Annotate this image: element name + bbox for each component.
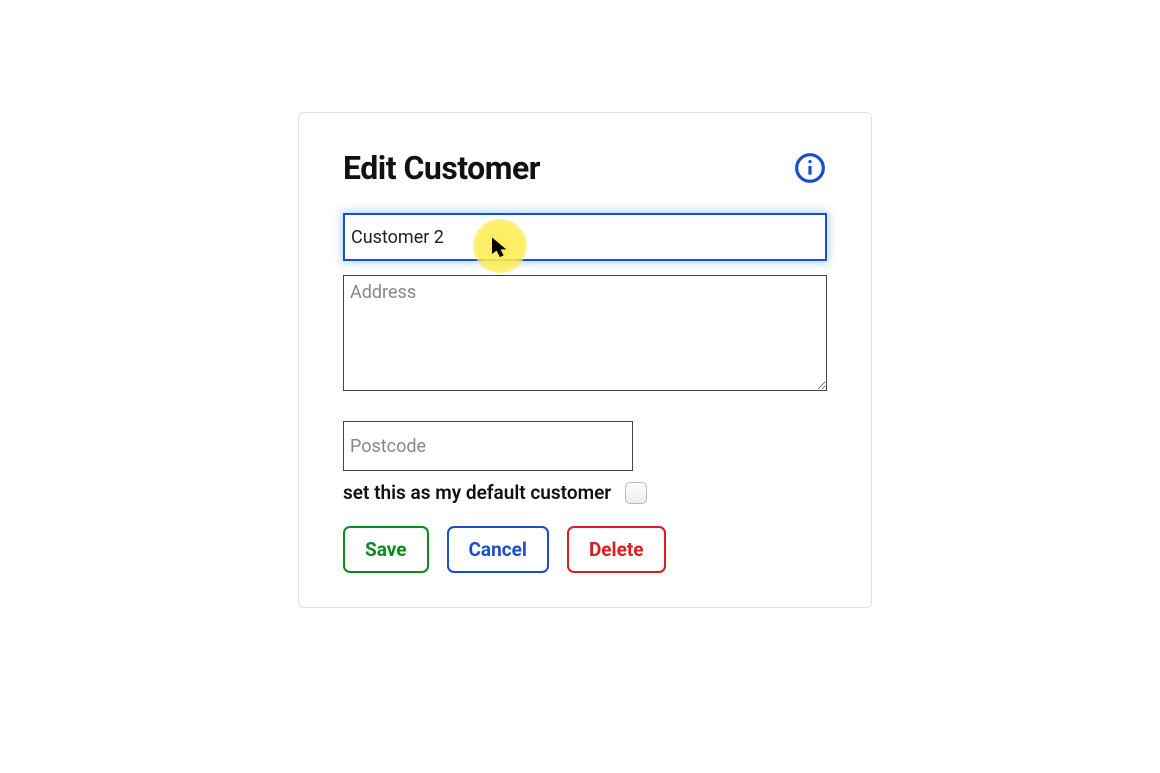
delete-button[interactable]: Delete <box>567 526 666 573</box>
cancel-button[interactable]: Cancel <box>447 526 549 573</box>
header-row: Edit Customer <box>343 149 827 187</box>
info-icon[interactable] <box>793 151 827 185</box>
page-title: Edit Customer <box>343 149 540 187</box>
button-row: Save Cancel Delete <box>343 526 827 573</box>
default-customer-row: set this as my default customer <box>343 481 827 504</box>
postcode-input[interactable] <box>343 421 633 471</box>
default-customer-label: set this as my default customer <box>343 481 611 504</box>
default-customer-checkbox[interactable] <box>625 482 647 504</box>
address-textarea[interactable] <box>343 275 827 391</box>
edit-customer-card: Edit Customer set this as my default cus… <box>298 112 872 608</box>
customer-name-input[interactable] <box>343 213 827 261</box>
save-button[interactable]: Save <box>343 526 429 573</box>
